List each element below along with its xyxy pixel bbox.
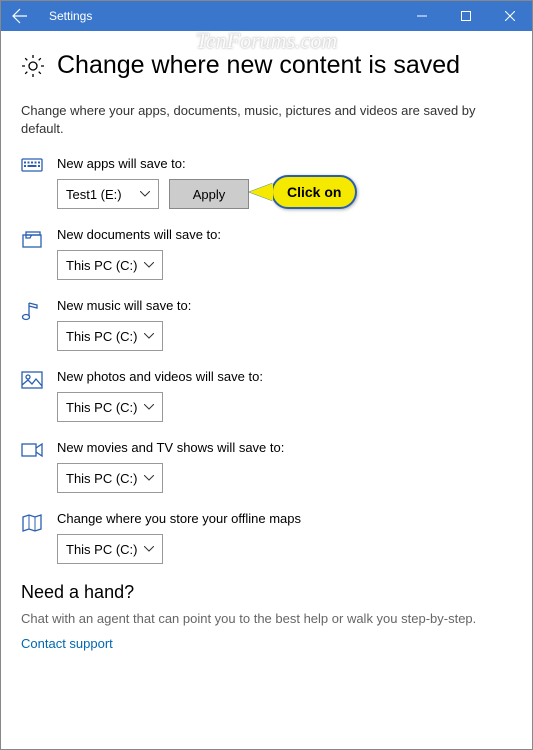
chevron-down-icon — [140, 191, 150, 197]
photos-select-value: This PC (C:) — [66, 400, 138, 415]
movies-select-value: This PC (C:) — [66, 471, 138, 486]
apps-select[interactable]: Test1 (E:) — [57, 179, 159, 209]
callout-text: Click on — [271, 175, 357, 209]
help-text: Chat with an agent that can point you to… — [21, 611, 512, 626]
documents-icon — [21, 227, 43, 280]
setting-movies: New movies and TV shows will save to: Th… — [21, 440, 512, 493]
apply-button[interactable]: Apply — [169, 179, 249, 209]
close-button[interactable] — [488, 1, 532, 31]
setting-photos: New photos and videos will save to: This… — [21, 369, 512, 422]
titlebar: Settings — [1, 1, 532, 31]
minimize-icon — [417, 11, 427, 21]
page-description: Change where your apps, documents, music… — [21, 102, 512, 138]
window-controls — [400, 1, 532, 31]
movies-label: New movies and TV shows will save to: — [57, 440, 512, 455]
music-label: New music will save to: — [57, 298, 512, 313]
maximize-button[interactable] — [444, 1, 488, 31]
back-button[interactable] — [1, 1, 39, 31]
page-title: Change where new content is saved — [57, 51, 460, 80]
setting-maps: Change where you store your offline maps… — [21, 511, 512, 564]
minimize-button[interactable] — [400, 1, 444, 31]
documents-select[interactable]: This PC (C:) — [57, 250, 163, 280]
window-title: Settings — [49, 9, 92, 23]
apps-label: New apps will save to: — [57, 156, 512, 171]
chevron-down-icon — [144, 475, 154, 481]
chevron-down-icon — [144, 262, 154, 268]
arrow-left-icon — [12, 8, 28, 24]
photos-label: New photos and videos will save to: — [57, 369, 512, 384]
maps-select-value: This PC (C:) — [66, 542, 138, 557]
page-heading: Change where new content is saved — [21, 51, 512, 80]
documents-label: New documents will save to: — [57, 227, 512, 242]
chevron-down-icon — [144, 333, 154, 339]
content-area: Change where new content is saved Change… — [1, 31, 532, 651]
chevron-down-icon — [144, 404, 154, 410]
photos-select[interactable]: This PC (C:) — [57, 392, 163, 422]
apps-select-value: Test1 (E:) — [66, 187, 122, 202]
maps-select[interactable]: This PC (C:) — [57, 534, 163, 564]
music-icon — [21, 298, 43, 351]
apps-icon — [21, 156, 43, 209]
maximize-icon — [461, 11, 471, 21]
photos-icon — [21, 369, 43, 422]
setting-music: New music will save to: This PC (C:) — [21, 298, 512, 351]
callout-arrow-icon — [249, 183, 273, 201]
movies-icon — [21, 440, 43, 493]
chevron-down-icon — [144, 546, 154, 552]
maps-label: Change where you store your offline maps — [57, 511, 512, 526]
contact-support-link[interactable]: Contact support — [21, 636, 512, 651]
gear-icon — [21, 54, 45, 78]
help-heading: Need a hand? — [21, 582, 512, 603]
close-icon — [505, 11, 515, 21]
music-select[interactable]: This PC (C:) — [57, 321, 163, 351]
help-section: Need a hand? Chat with an agent that can… — [21, 582, 512, 651]
setting-documents: New documents will save to: This PC (C:) — [21, 227, 512, 280]
movies-select[interactable]: This PC (C:) — [57, 463, 163, 493]
callout: Click on — [249, 175, 357, 209]
maps-icon — [21, 511, 43, 564]
documents-select-value: This PC (C:) — [66, 258, 138, 273]
setting-apps: New apps will save to: Test1 (E:) Apply … — [21, 156, 512, 209]
music-select-value: This PC (C:) — [66, 329, 138, 344]
